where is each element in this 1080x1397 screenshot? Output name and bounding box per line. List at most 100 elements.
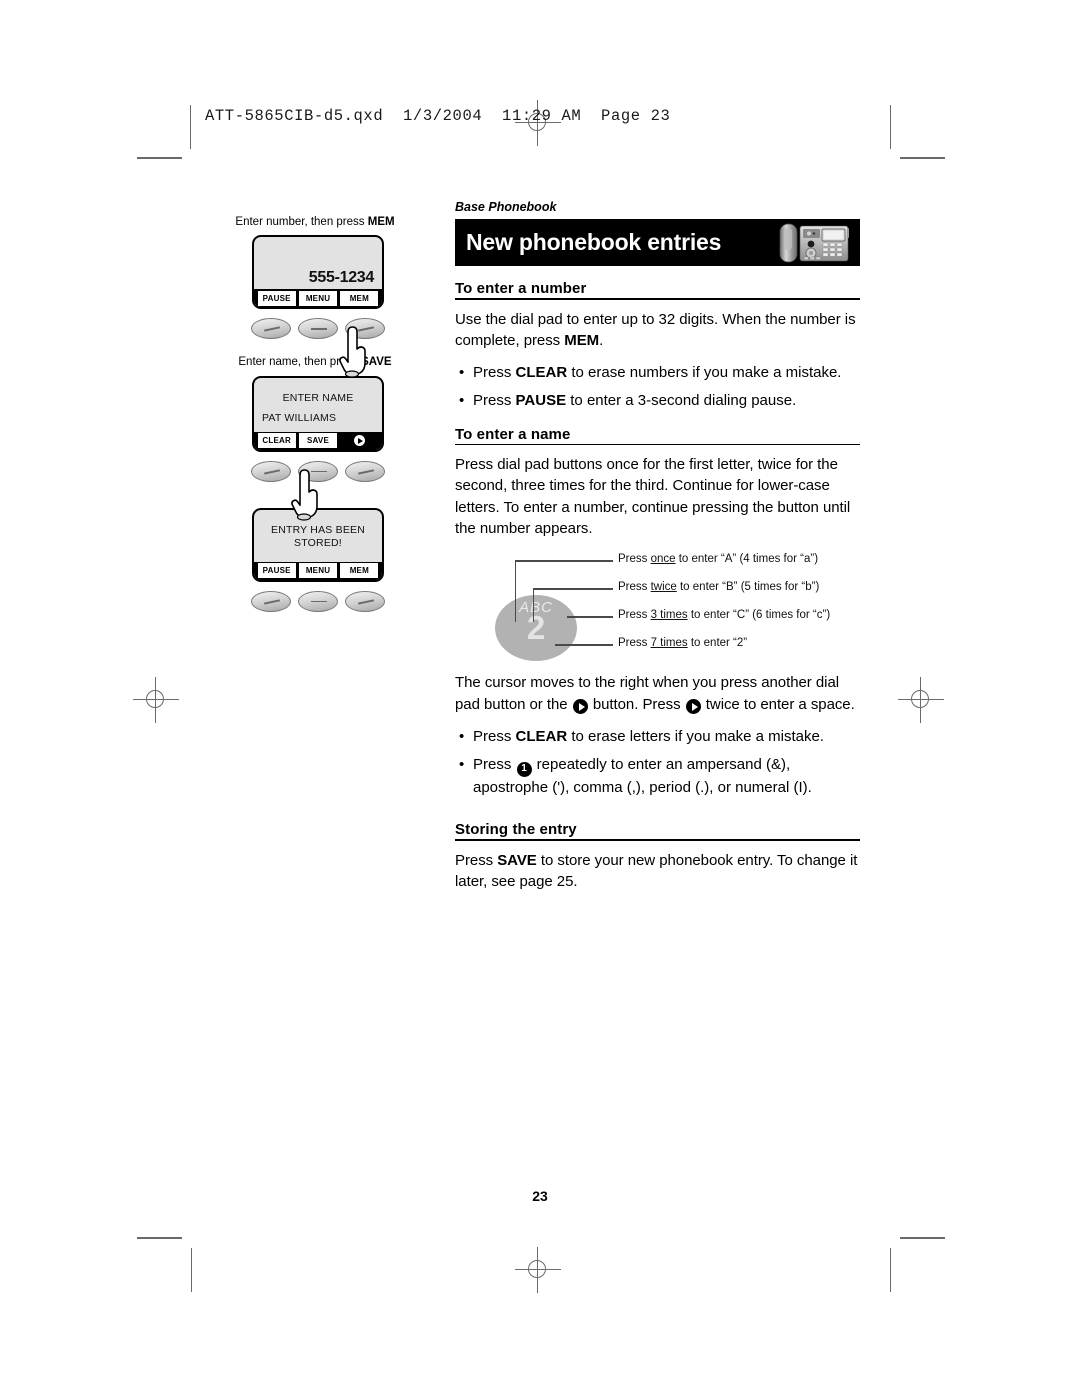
lcd-screen-2: ENTER NAME PAT WILLIAMS [254, 378, 382, 432]
heading-rule-1 [455, 298, 860, 300]
registration-mark-right [898, 677, 944, 723]
bullet-list-name: • Press CLEAR to erase letters if you ma… [455, 726, 860, 798]
bullet-pause-bold: PAUSE [515, 392, 567, 410]
callout-1-post: to enter “A” (4 times for “a”) [675, 553, 819, 566]
bullet-pause-post: to enter a 3-second dialing pause. [566, 392, 797, 410]
dial-key-2-icon: ABC 2 [495, 595, 577, 662]
lcd-screen-1: 555-1234 [254, 237, 382, 289]
bullet-text-clear-letters: Press CLEAR to erase letters if you make… [473, 726, 860, 747]
paragraph-enter-number: Use the dial pad to enter up to 32 digit… [455, 309, 860, 352]
dial-key-callout-diagram: ABC 2 Press once to enter “A” (4 times f… [455, 550, 860, 662]
callout-2-emph: twice [650, 581, 677, 594]
pointing-hand-icon-1 [338, 326, 370, 378]
softkey-pause-1[interactable]: PAUSE [257, 290, 296, 306]
paragraph-storing-pre: Press [455, 851, 498, 869]
callout-2-pre: Press [618, 581, 651, 594]
bullet-one-pre: Press [473, 756, 516, 774]
registration-mark-bottom-center [515, 1247, 561, 1293]
softkey-play-arrow-2[interactable] [340, 433, 379, 449]
print-header-text: ATT-5865CIB-d5.qxd 1/3/2004 11:29 AM Pag… [205, 107, 671, 125]
callout-4-pre: Press [618, 637, 651, 650]
page-title-banner: New phonebook entries [455, 219, 860, 266]
registration-mark-left [133, 677, 179, 723]
bullet-clear2-pre: Press [473, 727, 516, 745]
callout-label-4: Press 7 times to enter “2” [618, 637, 747, 649]
bullet-text-key-one: Press 1 repeatedly to enter an ampersand… [473, 754, 860, 798]
softkey-clear-2[interactable]: CLEAR [257, 433, 296, 449]
list-item: • Press 1 repeatedly to enter an ampersa… [455, 754, 860, 798]
oval-button-2c[interactable] [345, 460, 385, 482]
section-eyebrow: Base Phonebook [455, 200, 557, 214]
softkey-mem-1[interactable]: MEM [340, 290, 379, 306]
callout-line-4-horizontal [555, 644, 613, 646]
diagram-1-caption-text: Enter number, then press [235, 216, 368, 228]
paragraph-storing-entry: Press SAVE to store your new phonebook e… [455, 850, 860, 893]
button-row-1 [228, 318, 408, 378]
diagram-column: Enter number, then press MEM 555-1234 PA… [228, 215, 408, 616]
content-column: Base Phonebook New phonebook entries To … [455, 200, 860, 903]
lcd-display-2: ENTER NAME PAT WILLIAMS CLEAR SAVE [252, 375, 384, 452]
softkey-save-2[interactable]: SAVE [298, 433, 338, 449]
heading-to-enter-a-number: To enter a number [455, 280, 587, 297]
bullet-clear-pre: Press [473, 364, 516, 382]
softkey-pause-3[interactable]: PAUSE [257, 563, 296, 579]
oval-button-1b[interactable] [298, 318, 338, 340]
callout-4-emph: 7 times [650, 637, 688, 650]
bullet-marker: • [459, 392, 465, 410]
bullet-clear2-bold: CLEAR [515, 727, 568, 745]
softkey-bar-2: CLEAR SAVE [254, 431, 382, 450]
cordless-phone-base-image [778, 222, 852, 264]
callout-line-2-horizontal [533, 588, 613, 590]
cursor-paragraph-part2: button. Press [588, 695, 685, 713]
dial-key-digit: 2 [526, 609, 546, 647]
bullet-marker: • [459, 364, 465, 382]
paragraph-enter-number-bold: MEM [564, 331, 600, 349]
softkey-mem-3[interactable]: MEM [340, 563, 379, 579]
diagram-entry-stored: ENTRY HAS BEEN STORED! PAUSE MENU MEM [228, 507, 408, 612]
heading-rule-2 [455, 443, 860, 446]
bullet-pause-pre: Press [473, 392, 516, 410]
softkey-menu-3[interactable]: MENU [298, 563, 338, 579]
oval-button-3a[interactable] [251, 590, 291, 612]
softkey-bar-1: PAUSE MENU MEM [254, 289, 382, 308]
heading-to-enter-a-name: To enter a name [455, 425, 571, 443]
softkey-menu-1[interactable]: MENU [298, 290, 338, 306]
paragraph-enter-number-text: Use the dial pad to enter up to 32 digit… [455, 310, 856, 349]
callout-line-1-vertical [515, 560, 517, 623]
lcd-stored-line2: STORED! [294, 536, 342, 549]
list-item: • Press CLEAR to erase numbers if you ma… [455, 362, 860, 383]
oval-button-1a[interactable] [251, 318, 291, 340]
crop-mark-top-right-horizontal [900, 157, 945, 159]
diagram-enter-name: Enter name, then press SAVE ENTER NAME P… [228, 355, 408, 521]
bullet-list-number: • Press CLEAR to erase numbers if you ma… [455, 362, 860, 412]
callout-2-post: to enter “B” (5 times for “b”) [676, 581, 820, 594]
callout-line-1-horizontal [515, 560, 613, 562]
callout-1-emph: once [650, 553, 676, 566]
oval-button-2a[interactable] [251, 460, 291, 482]
diagram-enter-number: Enter number, then press MEM 555-1234 PA… [228, 215, 408, 378]
callout-3-post: to enter “C” (6 times for “c”) [687, 609, 831, 622]
paragraph-storing-bold: SAVE [497, 851, 537, 869]
callout-3-pre: Press [618, 609, 651, 622]
callout-label-3: Press 3 times to enter “C” (6 times for … [618, 609, 830, 621]
callout-line-2-vertical [533, 588, 535, 623]
diagram-1-caption-bold: MEM [367, 216, 395, 228]
callout-label-1: Press once to enter “A” (4 times for “a”… [618, 553, 818, 565]
diagram-2-caption: Enter name, then press SAVE [222, 355, 408, 369]
crop-mark-bottom-right-horizontal [900, 1237, 945, 1239]
list-item: • Press PAUSE to enter a 3-second dialin… [455, 390, 860, 411]
button-row-2 [228, 460, 408, 521]
crop-mark-top-left-vertical [190, 105, 191, 149]
bullet-marker: • [459, 756, 465, 774]
heading-storing-the-entry: Storing the entry [455, 821, 577, 839]
bullet-text-clear: Press CLEAR to erase numbers if you make… [473, 362, 860, 383]
crop-mark-bottom-left-vertical [191, 1248, 192, 1292]
dial-key-1-icon: 1 [516, 761, 532, 777]
paragraph-cursor-moves: The cursor moves to the right when you p… [455, 672, 860, 715]
oval-button-3c[interactable] [345, 590, 385, 612]
bullet-text-pause: Press PAUSE to enter a 3-second dialing … [473, 390, 860, 411]
lcd-screen-3: ENTRY HAS BEEN STORED! [254, 510, 382, 562]
bullet-clear2-post: to erase letters if you make a mistake. [567, 727, 824, 745]
oval-button-3b[interactable] [298, 590, 338, 612]
